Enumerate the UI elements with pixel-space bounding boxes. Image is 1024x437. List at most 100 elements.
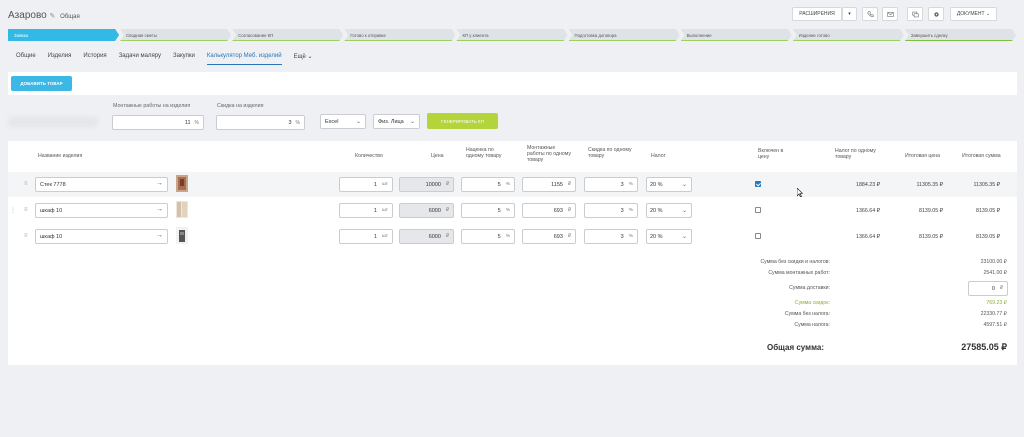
tab-furniture-calculator[interactable]: Калькулятор Меб. изделий bbox=[206, 53, 282, 65]
extensions-button[interactable]: РАСШИРЕНИЯ bbox=[792, 7, 842, 21]
currency-unit: ₽ bbox=[445, 182, 449, 187]
tab-products[interactable]: Изделия bbox=[48, 53, 72, 65]
stage-item[interactable]: Заявка bbox=[8, 29, 119, 41]
mount-percent-input[interactable]: 11% bbox=[112, 115, 204, 130]
mount-input[interactable]: 693 ₽ bbox=[522, 203, 576, 218]
chevron-down-icon: ⌄ bbox=[681, 234, 687, 240]
discount-value: 3 bbox=[620, 181, 624, 188]
stage-progress-line bbox=[344, 40, 455, 41]
mail-button[interactable] bbox=[882, 7, 898, 21]
currency-unit: ₽ bbox=[999, 286, 1003, 291]
product-name-input[interactable]: шкаф 10 → bbox=[35, 203, 168, 218]
tab-more[interactable]: Ещё ⌄ bbox=[294, 53, 313, 65]
stage-item[interactable]: Изделие готово bbox=[793, 29, 904, 41]
deal-title-text: Азарово bbox=[8, 10, 47, 21]
drag-handle-icon[interactable]: ⋮ bbox=[10, 207, 16, 214]
arrow-right-icon[interactable]: → bbox=[156, 180, 163, 187]
total-label: Общая сумма: bbox=[767, 343, 824, 352]
chevron-down-icon: ▾ bbox=[848, 11, 851, 17]
mount-input[interactable]: 1155 ₽ bbox=[522, 177, 576, 192]
drag-handle-icon[interactable]: ≡ bbox=[24, 233, 28, 239]
format-select[interactable]: Excel ⌄ bbox=[320, 114, 366, 129]
stage-label: Готово к отправке bbox=[350, 32, 386, 38]
currency-unit: ₽ bbox=[445, 234, 449, 239]
chevron-down-icon: ⌄ bbox=[985, 11, 991, 17]
stage-item[interactable]: КП у клиента bbox=[456, 29, 567, 41]
stage-label: Выполнение bbox=[686, 32, 712, 38]
stage-item[interactable]: Готово к отправке bbox=[344, 29, 455, 41]
included-checkbox[interactable] bbox=[755, 207, 761, 213]
drag-handle-icon[interactable]: ≡ bbox=[24, 207, 28, 213]
col-header-tax: Налог bbox=[651, 153, 666, 159]
mount-value: 693 bbox=[553, 233, 563, 240]
stage-item[interactable]: Согласование КП bbox=[232, 29, 343, 41]
edit-pencil-icon[interactable]: ✎ bbox=[49, 13, 55, 20]
add-product-panel bbox=[8, 72, 1017, 95]
drag-handle-icon[interactable]: ≡ bbox=[24, 181, 28, 187]
col-header-included: Включен в цену bbox=[758, 148, 784, 160]
chevron-down-icon: ⌄ bbox=[409, 119, 415, 125]
qty-input[interactable]: 1 шт bbox=[339, 203, 393, 218]
delivery-value: 0 bbox=[991, 285, 995, 292]
phone-button[interactable] bbox=[862, 7, 878, 21]
tab-bar: Общие Изделия История Задачи маляру Заку… bbox=[16, 53, 325, 65]
summary-mount-label: Сумма монтажных работ: bbox=[768, 270, 830, 276]
generate-offer-button[interactable]: ГЕНЕРИРОВАТЬ КП bbox=[427, 113, 498, 129]
product-thumbnail[interactable] bbox=[176, 201, 188, 218]
markup-input[interactable]: 5% bbox=[461, 229, 515, 244]
product-name-input[interactable]: шкаф 10 → bbox=[35, 229, 168, 244]
arrow-right-icon[interactable]: → bbox=[156, 232, 163, 239]
tax-select[interactable]: 20 % ⌄ bbox=[646, 203, 692, 218]
stage-progress-line bbox=[120, 40, 231, 41]
currency-unit: ₽ bbox=[445, 208, 449, 213]
client-type-select[interactable]: Физ. Лица ⌄ bbox=[373, 114, 420, 129]
discount-input[interactable]: 3% bbox=[584, 177, 638, 192]
settings-button[interactable] bbox=[928, 7, 944, 21]
arrow-right-icon[interactable]: → bbox=[156, 206, 163, 213]
tax-select[interactable]: 20 % ⌄ bbox=[646, 229, 692, 244]
markup-input[interactable]: 5% bbox=[461, 177, 515, 192]
stage-progress-line bbox=[681, 40, 792, 41]
mail-icon bbox=[886, 11, 894, 17]
mount-input[interactable]: 693 ₽ bbox=[522, 229, 576, 244]
qty-input[interactable]: 1 шт bbox=[339, 229, 393, 244]
tab-painter-tasks[interactable]: Задачи маляру bbox=[119, 53, 161, 65]
included-checkbox[interactable] bbox=[755, 233, 761, 239]
discount-input[interactable]: 3% bbox=[584, 229, 638, 244]
stage-item[interactable]: Сводная сметы bbox=[120, 29, 231, 41]
product-thumbnail[interactable] bbox=[176, 227, 188, 244]
qty-input[interactable]: 1 шт bbox=[339, 177, 393, 192]
percent-unit: % bbox=[628, 208, 633, 213]
stage-pipeline: Заявка Сводная сметы Согласование КП Гот… bbox=[8, 29, 1017, 41]
included-checkbox[interactable] bbox=[755, 181, 761, 187]
stage-progress-line bbox=[456, 40, 567, 41]
tab-history[interactable]: История bbox=[83, 53, 106, 65]
tax-select[interactable]: 20 % ⌄ bbox=[646, 177, 692, 192]
markup-value: 5 bbox=[497, 207, 501, 214]
product-name-input[interactable]: Стек 7778 → bbox=[35, 177, 168, 192]
stage-progress-line bbox=[569, 40, 680, 41]
stage-label: Сводная сметы bbox=[126, 32, 157, 38]
product-thumbnail[interactable] bbox=[176, 175, 188, 192]
tax-item-value: 1884.23 ₽ bbox=[856, 182, 880, 188]
stage-item-finish[interactable]: Завершить сделку bbox=[905, 29, 1016, 41]
mount-value: 693 bbox=[553, 207, 563, 214]
markup-value: 5 bbox=[497, 233, 501, 240]
chat-button[interactable] bbox=[907, 7, 923, 21]
tab-purchases[interactable]: Закупки bbox=[173, 53, 195, 65]
stage-progress-line bbox=[905, 40, 1016, 41]
markup-input[interactable]: 5% bbox=[461, 203, 515, 218]
mount-percent-value: 11 bbox=[184, 119, 191, 126]
discount-percent-input[interactable]: 3% bbox=[216, 115, 305, 130]
document-button[interactable]: ДОКУМЕНТ ⌄ bbox=[950, 7, 997, 21]
add-product-button[interactable]: ДОБАВИТЬ ТОВАР bbox=[11, 76, 72, 91]
discount-input[interactable]: 3% bbox=[584, 203, 638, 218]
stage-item[interactable]: Выполнение bbox=[681, 29, 792, 41]
document-button-label: ДОКУМЕНТ bbox=[956, 11, 985, 17]
stage-item[interactable]: Подготовка договора bbox=[569, 29, 680, 41]
tax-value: 20 % bbox=[650, 233, 663, 240]
tax-item-value: 1366.64 ₽ bbox=[856, 234, 880, 240]
delivery-input[interactable]: 0 ₽ bbox=[968, 281, 1008, 296]
extensions-dropdown-button[interactable]: ▾ bbox=[842, 7, 857, 21]
tab-general[interactable]: Общие bbox=[16, 53, 36, 65]
